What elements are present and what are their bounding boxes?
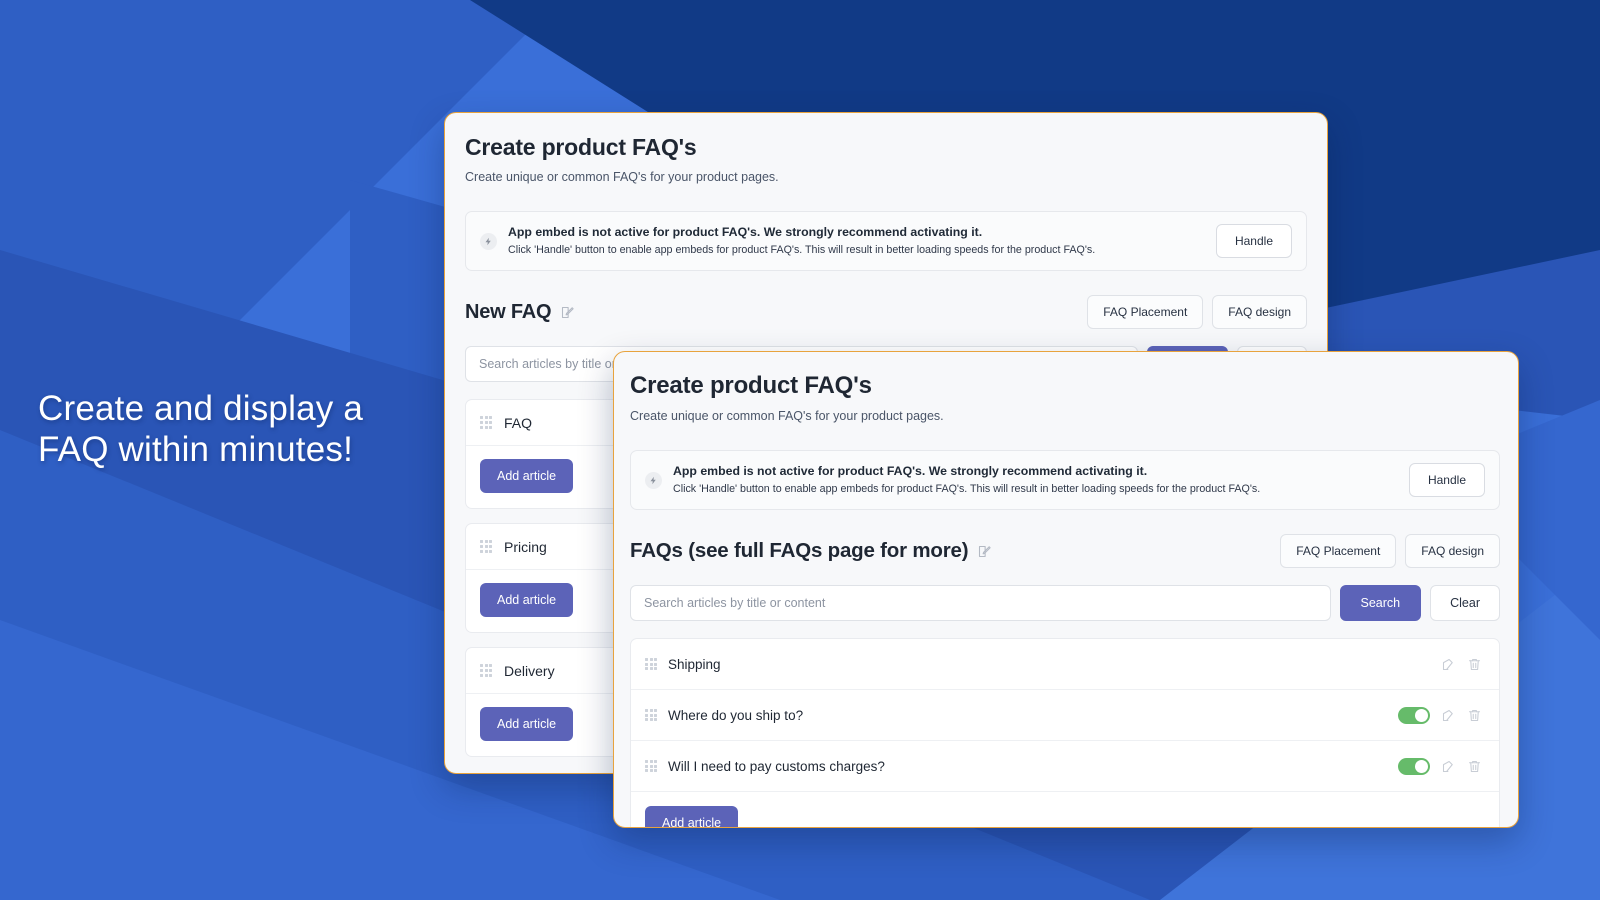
app-embed-alert: App embed is not active for product FAQ'… [630, 450, 1500, 510]
faq-section-header: New FAQ FAQ Placement FAQ design [465, 295, 1307, 329]
faq-group-name: Pricing [504, 538, 547, 555]
faq-group-name: FAQ [504, 414, 533, 431]
page-subtitle: Create unique or common FAQ's for your p… [630, 409, 944, 423]
faq-section-header: FAQs (see full FAQs page for more) FAQ P… [630, 534, 1500, 568]
screenshot-stage: Create and display a FAQ within minutes!… [0, 0, 1600, 900]
article-title: Will I need to pay customs charges? [668, 758, 885, 774]
edit-icon[interactable] [1441, 759, 1456, 774]
faq-placement-button[interactable]: FAQ Placement [1280, 534, 1397, 568]
handle-button[interactable]: Handle [1408, 463, 1485, 497]
app-embed-alert: App embed is not active for product FAQ'… [465, 211, 1307, 271]
add-article-button[interactable]: Add article [480, 707, 574, 741]
edit-icon[interactable] [1441, 708, 1456, 723]
bolt-icon [480, 232, 497, 250]
delete-icon[interactable] [1467, 759, 1482, 774]
drag-handle-icon[interactable] [480, 416, 493, 429]
faq-placement-button[interactable]: FAQ Placement [1087, 295, 1204, 329]
pencil-square-icon[interactable] [977, 544, 992, 559]
faq-section-title: New FAQ [465, 300, 552, 323]
search-input[interactable] [630, 585, 1331, 621]
alert-title: App embed is not active for product FAQ'… [673, 464, 1148, 478]
drag-handle-icon[interactable] [645, 657, 658, 671]
faq-group-name: Delivery [504, 662, 555, 679]
article-title: Shipping [668, 656, 721, 672]
add-article-button[interactable]: Add article [645, 806, 739, 827]
alert-description: Click 'Handle' button to enable app embe… [673, 483, 1261, 495]
search-row: Search Clear [630, 585, 1500, 621]
page-title: Create product FAQ's [465, 134, 697, 160]
drag-handle-icon[interactable] [645, 708, 658, 722]
clear-button[interactable]: Clear [1430, 585, 1500, 621]
article-title: Where do you ship to? [668, 707, 804, 723]
table-row[interactable]: Where do you ship to? [631, 690, 1499, 741]
visibility-toggle[interactable] [1398, 706, 1430, 724]
add-article-button[interactable]: Add article [480, 583, 574, 617]
page-subtitle: Create unique or common FAQ's for your p… [465, 170, 779, 184]
search-button[interactable]: Search [1339, 585, 1422, 621]
list-footer: Add article [631, 792, 1499, 827]
faq-article-list: Shipping Where do you ship to? Will I ne… [630, 638, 1500, 827]
front-card: Create product FAQ's Create unique or co… [613, 351, 1519, 828]
marketing-headline: Create and display a FAQ within minutes! [38, 389, 364, 469]
drag-handle-icon[interactable] [480, 664, 493, 677]
faq-design-button[interactable]: FAQ design [1212, 295, 1307, 329]
edit-icon[interactable] [1441, 657, 1456, 672]
page-title: Create product FAQ's [630, 372, 872, 399]
add-article-button[interactable]: Add article [480, 459, 574, 493]
delete-icon[interactable] [1467, 708, 1482, 723]
table-row[interactable]: Will I need to pay customs charges? [631, 741, 1499, 792]
delete-icon[interactable] [1467, 657, 1482, 672]
pencil-square-icon[interactable] [560, 305, 575, 320]
faq-section-title: FAQs (see full FAQs page for more) [630, 539, 969, 562]
visibility-toggle[interactable] [1398, 757, 1430, 775]
alert-description: Click 'Handle' button to enable app embe… [508, 244, 1096, 256]
alert-title: App embed is not active for product FAQ'… [508, 225, 983, 239]
handle-button[interactable]: Handle [1215, 224, 1292, 258]
table-row[interactable]: Shipping [631, 639, 1499, 690]
faq-design-button[interactable]: FAQ design [1405, 534, 1500, 568]
drag-handle-icon[interactable] [480, 540, 493, 553]
drag-handle-icon[interactable] [645, 759, 658, 773]
bolt-icon [645, 471, 662, 489]
